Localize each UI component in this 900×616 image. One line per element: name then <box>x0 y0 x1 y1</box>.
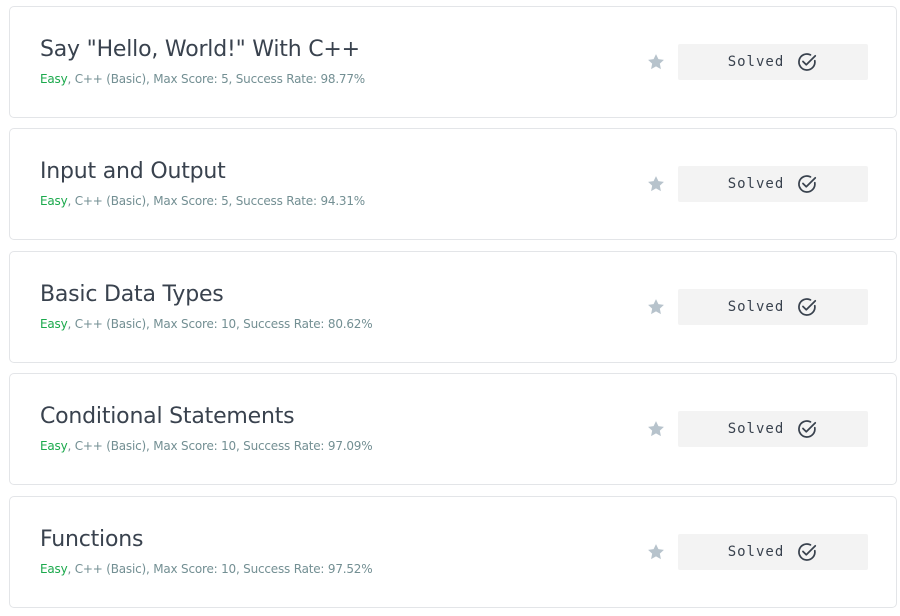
solved-button[interactable]: Solved <box>678 534 868 570</box>
challenge-card: Functions Easy, C++ (Basic), Max Score: … <box>9 496 897 608</box>
challenge-details: C++ (Basic), Max Score: 10, Success Rate… <box>74 439 373 453</box>
check-circle-icon <box>798 543 817 561</box>
challenge-meta: Easy, C++ (Basic), Max Score: 10, Succes… <box>40 439 373 453</box>
solved-label: Solved <box>727 54 785 70</box>
challenge-card: Input and Output Easy, C++ (Basic), Max … <box>9 128 897 240</box>
check-circle-icon <box>798 53 817 71</box>
challenge-meta: Easy, C++ (Basic), Max Score: 10, Succes… <box>40 317 373 331</box>
solved-label: Solved <box>727 421 785 437</box>
challenge-card: Basic Data Types Easy, C++ (Basic), Max … <box>9 251 897 363</box>
difficulty-label: Easy <box>40 194 68 208</box>
challenge-title[interactable]: Conditional Statements <box>40 404 295 429</box>
challenge-title[interactable]: Basic Data Types <box>40 282 224 307</box>
challenge-title[interactable]: Functions <box>40 527 143 552</box>
star-icon[interactable] <box>646 52 666 72</box>
challenge-details: C++ (Basic), Max Score: 5, Success Rate:… <box>74 72 366 86</box>
check-circle-icon <box>798 298 817 316</box>
solved-button[interactable]: Solved <box>678 411 868 447</box>
challenge-card: Say "Hello, World!" With C++ Easy, C++ (… <box>9 6 897 118</box>
star-icon[interactable] <box>646 174 666 194</box>
challenge-details: C++ (Basic), Max Score: 10, Success Rate… <box>74 317 373 331</box>
challenge-meta: Easy, C++ (Basic), Max Score: 10, Succes… <box>40 562 373 576</box>
challenge-title[interactable]: Input and Output <box>40 159 226 184</box>
check-circle-icon <box>798 420 817 438</box>
challenge-meta: Easy, C++ (Basic), Max Score: 5, Success… <box>40 72 366 86</box>
solved-label: Solved <box>727 544 785 560</box>
difficulty-label: Easy <box>40 562 68 576</box>
solved-button[interactable]: Solved <box>678 166 868 202</box>
star-icon[interactable] <box>646 419 666 439</box>
challenge-details: C++ (Basic), Max Score: 5, Success Rate:… <box>74 194 366 208</box>
challenge-card: Conditional Statements Easy, C++ (Basic)… <box>9 373 897 485</box>
challenge-meta: Easy, C++ (Basic), Max Score: 5, Success… <box>40 194 366 208</box>
check-circle-icon <box>798 175 817 193</box>
difficulty-label: Easy <box>40 439 68 453</box>
solved-button[interactable]: Solved <box>678 44 868 80</box>
challenge-title[interactable]: Say "Hello, World!" With C++ <box>40 37 360 62</box>
star-icon[interactable] <box>646 297 666 317</box>
star-icon[interactable] <box>646 542 666 562</box>
challenge-details: C++ (Basic), Max Score: 10, Success Rate… <box>74 562 373 576</box>
difficulty-label: Easy <box>40 317 68 331</box>
challenge-list: Say "Hello, World!" With C++ Easy, C++ (… <box>0 0 900 616</box>
solved-label: Solved <box>727 299 785 315</box>
solved-button[interactable]: Solved <box>678 289 868 325</box>
difficulty-label: Easy <box>40 72 68 86</box>
solved-label: Solved <box>727 176 785 192</box>
